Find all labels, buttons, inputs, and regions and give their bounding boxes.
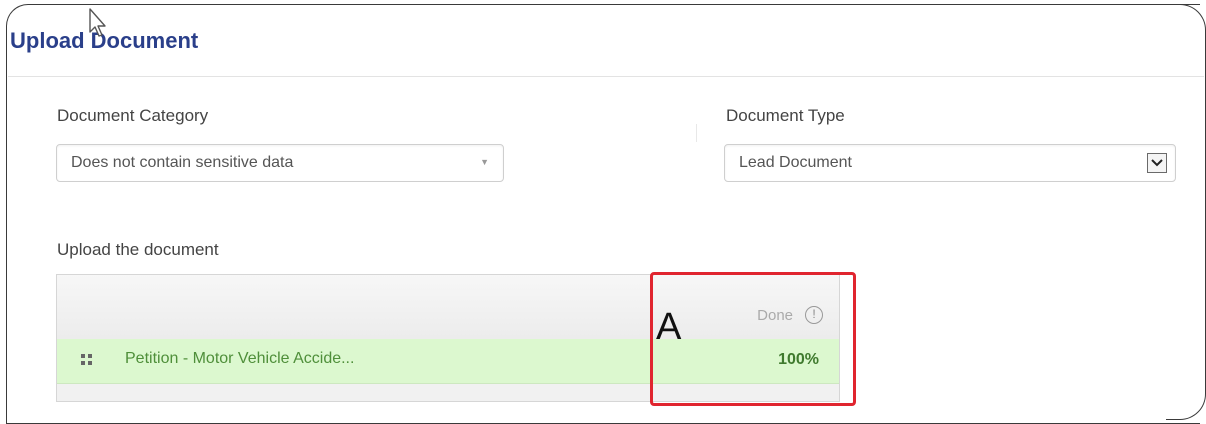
document-type-value: Lead Document — [739, 154, 852, 171]
dropdown-button[interactable] — [1147, 153, 1167, 173]
mouse-cursor-icon — [89, 8, 106, 37]
document-type-select[interactable]: Lead Document — [724, 144, 1176, 182]
header-divider — [8, 76, 1204, 77]
document-type-label: Document Type — [726, 106, 845, 125]
upload-label: Upload the document — [57, 240, 219, 259]
drag-handle-icon[interactable] — [81, 354, 93, 366]
file-name[interactable]: Petition - Motor Vehicle Accide... — [125, 350, 354, 368]
column-divider — [696, 124, 697, 142]
annotation-marker: A — [656, 306, 682, 348]
chevron-down-icon: ▼ — [480, 157, 489, 167]
chevron-down-icon — [1151, 159, 1163, 167]
document-category-value: Does not contain sensitive data — [71, 154, 294, 171]
dialog-right-edge — [1166, 4, 1206, 420]
document-category-label: Document Category — [57, 106, 209, 125]
document-category-select[interactable]: Does not contain sensitive data ▼ — [56, 144, 504, 182]
